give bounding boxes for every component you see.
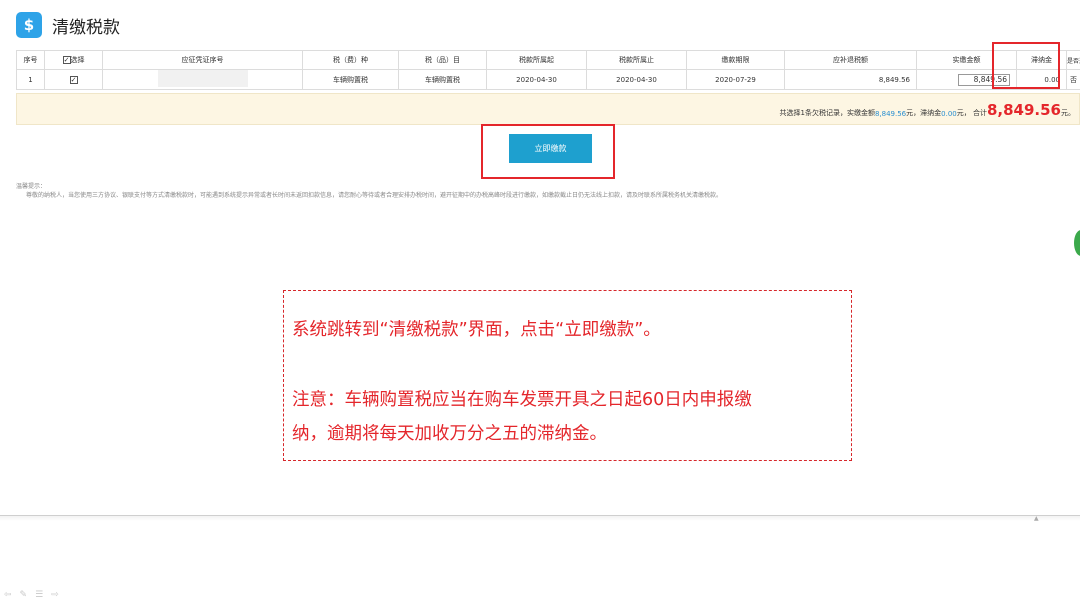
summary-total: 8,849.56	[986, 101, 1061, 119]
col-header-select[interactable]: ✓选择	[44, 50, 103, 70]
row-deadline: 2020-07-29	[686, 69, 785, 90]
pencil-icon[interactable]: ✎	[20, 590, 28, 600]
summary-late-fee: 0.00	[941, 110, 957, 118]
annotation-line-1: 系统跳转到“清缴税款”界面，点击“立即缴款”。	[292, 320, 661, 340]
table-row: 1 ✓ 车辆购置税 车辆购置税 2020-04-30 2020-04-30 20…	[16, 69, 1080, 90]
col-header-voucher: 应征凭证序号	[102, 50, 303, 70]
summary-text-2: 元，滞纳金	[906, 109, 942, 117]
money-bag-icon: $	[16, 12, 42, 38]
row-voucher	[102, 69, 303, 90]
arrow-right-icon[interactable]: ⇨	[51, 590, 59, 600]
col-header-overdue: 是否逾期	[1066, 50, 1080, 70]
tips-section: 温馨提示： 尊敬的纳税人，当您使用三方协议、银联支付等方式清缴税款时，可能遇到系…	[16, 182, 722, 200]
col-header-tax-item: 税（品）目	[398, 50, 487, 70]
col-header-tax-type: 税（费）种	[302, 50, 399, 70]
select-all-checkbox[interactable]: ✓	[62, 56, 71, 64]
page-title: 清缴税款	[52, 17, 120, 38]
table-header-row: 序号 ✓选择 应征凭证序号 税（费）种 税（品）目 税款所属起 税款所属止 缴款…	[16, 50, 1080, 70]
late-fee-highlight	[992, 42, 1060, 89]
tips-body: 尊敬的纳税人，当您使用三方协议、银联支付等方式清缴税款时，可能遇到系统提示异常或…	[26, 192, 723, 199]
bottom-toolbar: ⇦ ✎ ☰ ⇨	[4, 590, 59, 600]
col-header-deadline: 缴款期限	[686, 50, 785, 70]
arrow-left-icon[interactable]: ⇦	[4, 590, 12, 600]
scroll-up-icon[interactable]: ▲	[1034, 515, 1039, 522]
row-period-start: 2020-04-30	[486, 69, 587, 90]
redacted-voucher	[157, 70, 248, 87]
summary-bar: 共选择1条欠税记录，实缴金额 8,849.56 元，滞纳金 0.00 元， 合计…	[16, 93, 1080, 125]
row-index: 1	[16, 69, 45, 90]
row-tax-type: 车辆购置税	[302, 69, 399, 90]
summary-text-1: 共选择1条欠税记录，实缴金额	[779, 109, 875, 117]
summary-text-4: 元。	[1061, 109, 1075, 117]
row-select-cell[interactable]: ✓	[44, 69, 103, 90]
col-header-period-start: 税款所属起	[486, 50, 587, 70]
row-tax-item: 车辆购置税	[398, 69, 487, 90]
col-header-index: 序号	[16, 50, 45, 70]
annotation-line-3: 纳，逾期将每天加收万分之五的滞纳金。	[292, 424, 607, 444]
row-period-end: 2020-04-30	[586, 69, 687, 90]
row-select-checkbox[interactable]: ✓	[69, 75, 78, 84]
summary-paid: 8,849.56	[874, 110, 907, 118]
tax-table: 序号 ✓选择 应征凭证序号 税（费）种 税（品）目 税款所属起 税款所属止 缴款…	[16, 50, 1080, 90]
floating-help-icon[interactable]	[1074, 230, 1080, 256]
menu-icon[interactable]: ☰	[35, 590, 43, 600]
tips-title: 温馨提示：	[16, 183, 47, 190]
col-header-period-end: 税款所属止	[586, 50, 687, 70]
annotation-line-2: 注意：车辆购置税应当在购车发票开具之日起60日内申报缴	[292, 390, 752, 410]
annotation-callout: 系统跳转到“清缴税款”界面，点击“立即缴款”。 注意：车辆购置税应当在购车发票开…	[283, 290, 852, 461]
summary-text-3: 元， 合计	[956, 109, 987, 117]
row-amount-due: 8,849.56	[784, 69, 917, 90]
col-header-amount-due: 应补退税额	[784, 50, 917, 70]
pay-now-button[interactable]: 立即缴款	[509, 134, 592, 163]
page-header: $ 清缴税款	[16, 10, 120, 40]
bottom-divider	[0, 515, 1080, 521]
row-overdue: 否	[1066, 69, 1080, 90]
